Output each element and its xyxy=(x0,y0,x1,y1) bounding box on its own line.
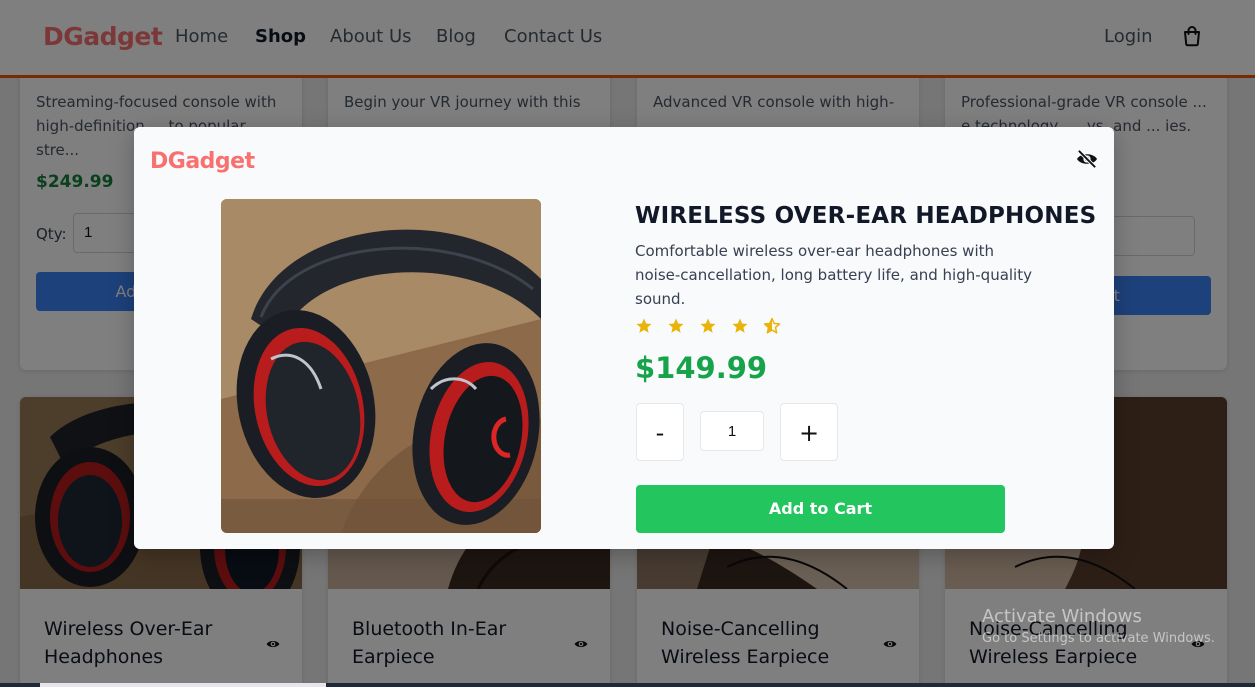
eye-slash-icon[interactable] xyxy=(1076,149,1098,169)
watermark-subtitle: Go to Settings to activate Windows. xyxy=(982,631,1215,646)
star-full-icon xyxy=(636,318,652,333)
modal-brand-logo: DGadget xyxy=(150,149,255,174)
increase-quantity-button[interactable]: + xyxy=(780,403,838,461)
star-full-icon xyxy=(668,318,684,333)
decrease-quantity-button[interactable]: - xyxy=(636,403,684,461)
star-full-icon xyxy=(700,318,716,333)
add-to-cart-button[interactable]: Add to Cart xyxy=(636,485,1005,533)
quantity-input[interactable]: 1 xyxy=(700,411,764,451)
star-half-icon xyxy=(763,317,781,334)
scrollbar-thumb[interactable] xyxy=(40,683,326,687)
product-description: Comfortable wireless over-ear headphones… xyxy=(635,242,1032,308)
product-quick-view-modal: DGadget WIRELESS OVER-EAR HEADPHONES Com… xyxy=(134,127,1114,549)
horizontal-scrollbar[interactable] xyxy=(0,683,1255,687)
star-full-icon xyxy=(732,318,748,333)
product-image xyxy=(221,199,541,533)
windows-activation-watermark: Activate Windows Go to Settings to activ… xyxy=(982,606,1215,646)
product-title: WIRELESS OVER-EAR HEADPHONES xyxy=(635,203,1097,229)
watermark-title: Activate Windows xyxy=(982,606,1142,627)
product-price: $149.99 xyxy=(635,351,768,385)
